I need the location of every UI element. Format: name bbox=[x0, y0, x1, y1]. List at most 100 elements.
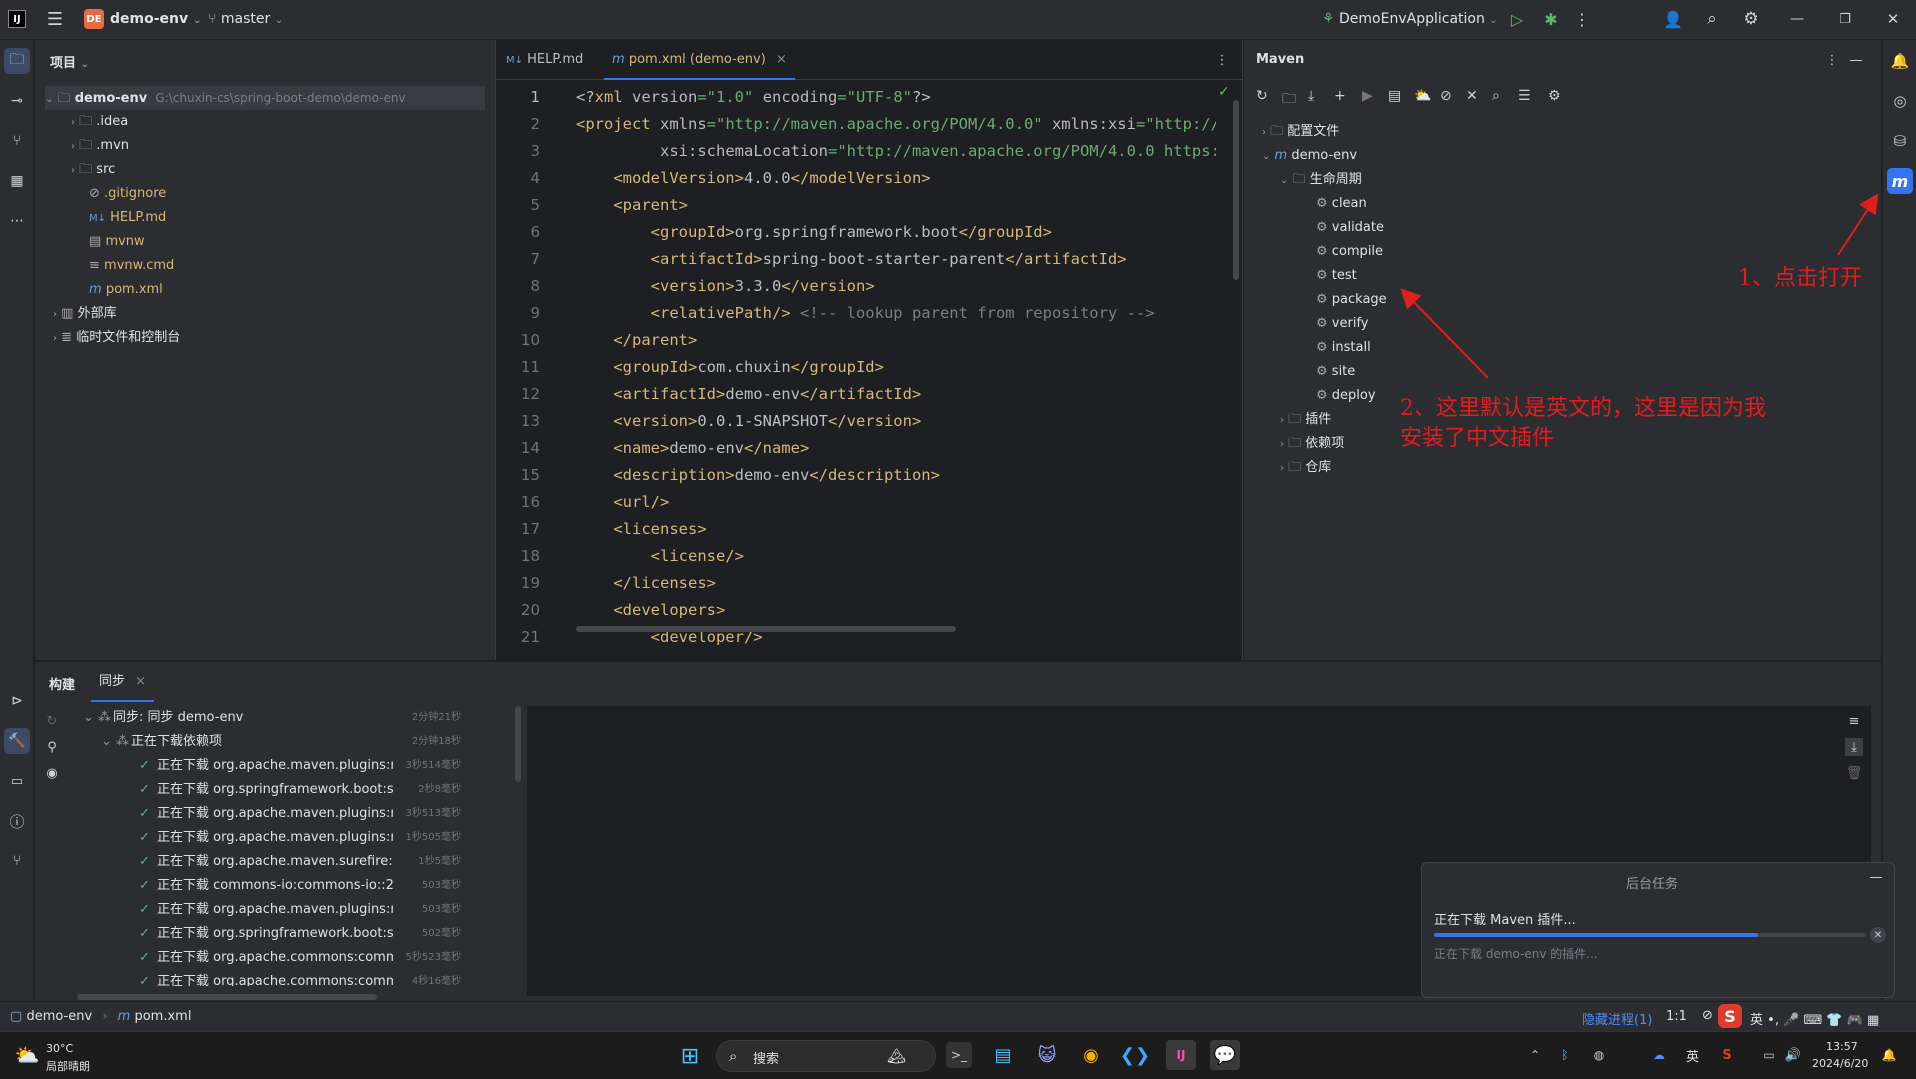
vscode-app-icon[interactable]: ❮❯ bbox=[1120, 1042, 1150, 1068]
clock-time[interactable]: 13:57 bbox=[1826, 1040, 1858, 1053]
add-user-icon[interactable]: 👤 bbox=[1662, 8, 1684, 30]
build-tree-scrollbar[interactable] bbox=[515, 706, 521, 782]
close-tab-icon[interactable]: × bbox=[135, 674, 146, 689]
notepad-app-icon[interactable]: ▤ bbox=[990, 1042, 1016, 1068]
build-download-row[interactable]: ✓ 正在下载 org.springframework.boot:spring-bc… bbox=[75, 778, 467, 802]
more-tools-icon[interactable]: ⋯ bbox=[4, 208, 30, 234]
soft-wrap-icon[interactable]: ≡ bbox=[1845, 712, 1863, 730]
tab-pom-xml[interactable]: m pom.xml (demo-env) × bbox=[604, 40, 795, 80]
tree-item-mvnw-cmd[interactable]: ≡ mvnw.cmd bbox=[89, 254, 174, 278]
run-icon[interactable]: ▷ bbox=[1506, 8, 1528, 30]
main-menu-icon[interactable]: ☰ bbox=[44, 8, 66, 30]
git-icon[interactable]: ⑂ bbox=[4, 848, 30, 874]
build-download-row[interactable]: ✓ 正在下载 org.apache.maven.surefire:surefire… bbox=[75, 850, 467, 874]
commit-icon[interactable]: ⊸ bbox=[4, 88, 30, 114]
tree-item-root[interactable]: ⌄ 🗀 demo-env G:\chuxin-cs\spring-boot-de… bbox=[45, 86, 485, 110]
windows-start-icon[interactable]: ⊞ bbox=[678, 1044, 702, 1069]
hide-processes-link[interactable]: 隐藏进程(1) bbox=[1582, 1009, 1652, 1028]
services-icon[interactable]: ⊳ bbox=[4, 688, 30, 714]
tray-app-icon[interactable]: ◍ bbox=[1590, 1046, 1608, 1064]
run-config-selector[interactable]: ⚘ DemoEnvApplication ⌄ bbox=[1322, 11, 1498, 27]
tree-item-src[interactable]: › 🗀 src bbox=[71, 158, 115, 182]
cancel-task-icon[interactable]: ✕ bbox=[1870, 927, 1886, 943]
debug-icon[interactable]: ✱ bbox=[1540, 8, 1562, 30]
tree-item-gitignore[interactable]: ⊘ .gitignore bbox=[89, 182, 166, 206]
grid-icon[interactable]: ▦ bbox=[1867, 1013, 1879, 1028]
breadcrumb-project[interactable]: demo-env bbox=[26, 1009, 92, 1024]
restore-icon[interactable]: ❐ bbox=[1834, 8, 1856, 30]
sogou-ime-icon[interactable]: S bbox=[1718, 1004, 1742, 1028]
keyboard-icon[interactable]: ⌨ bbox=[1803, 1013, 1822, 1028]
tab-sync[interactable]: 同步 × bbox=[91, 662, 155, 702]
build-tool-icon[interactable]: 🔨 bbox=[4, 728, 30, 754]
tree-item-idea[interactable]: › 🗀 .idea bbox=[71, 110, 128, 134]
notification-center-icon[interactable]: 🔔 bbox=[1880, 1046, 1898, 1064]
network-icon[interactable]: ▭ bbox=[1760, 1046, 1778, 1064]
tray-ime[interactable]: 英 bbox=[1686, 1046, 1699, 1065]
minimize-icon[interactable]: — bbox=[1786, 8, 1808, 30]
project-panel-title[interactable]: 项目 ⌄ bbox=[50, 52, 89, 71]
game-icon[interactable]: 🎮 bbox=[1847, 1013, 1863, 1028]
build-tree-node[interactable]: ⌄ ⁂ 正在下载依赖项 2分钟18秒 bbox=[75, 730, 467, 754]
chrome-app-icon[interactable]: ◉ bbox=[1078, 1042, 1104, 1068]
cat-app-icon[interactable]: 😺 bbox=[1034, 1042, 1060, 1068]
build-download-row[interactable]: ✓ 正在下载 org.apache.maven.plugins:maven- 3秒5… bbox=[75, 802, 467, 826]
close-tab-icon[interactable]: × bbox=[776, 52, 787, 67]
intellij-logo-icon[interactable]: IJ bbox=[8, 10, 26, 28]
caret-position[interactable]: 1:1 bbox=[1666, 1009, 1687, 1024]
minimize-popup-icon[interactable]: — bbox=[1868, 869, 1884, 885]
inspection-ok-icon[interactable]: ✓ bbox=[1218, 84, 1230, 100]
clock-date[interactable]: 2024/6/20 bbox=[1812, 1057, 1868, 1070]
build-download-row[interactable]: ✓ 正在下载 org.apache.commons:commons-cc 4秒16毫… bbox=[75, 970, 467, 986]
taskbar-search[interactable]: ⌕ 搜索 🏔 bbox=[716, 1040, 936, 1072]
database-icon[interactable]: ⛁ bbox=[1887, 128, 1913, 154]
rerun-icon[interactable]: ↻ bbox=[43, 712, 61, 730]
wechat-app-icon[interactable]: 💬 bbox=[1210, 1040, 1240, 1070]
trash-icon[interactable]: 🗑 bbox=[1845, 764, 1863, 782]
tray-overflow-icon[interactable]: ⌃ bbox=[1526, 1046, 1544, 1064]
tab-options-icon[interactable]: ⋮ bbox=[1214, 50, 1230, 70]
code-area[interactable]: <?xml version="1.0" encoding="UTF-8"?> <… bbox=[576, 81, 1216, 660]
close-icon[interactable]: ✕ bbox=[1882, 8, 1904, 30]
volume-icon[interactable]: 🔊 bbox=[1784, 1046, 1802, 1064]
build-download-row[interactable]: ✓ 正在下载 org.springframework.boot:spring-bo… bbox=[75, 922, 467, 946]
intellij-app-icon[interactable]: IJ bbox=[1166, 1040, 1196, 1070]
build-download-row[interactable]: ✓ 正在下载 commons-io:commons-io::2.16.1 503毫秒 bbox=[75, 874, 467, 898]
tree-item-external-libs[interactable]: › ▥ 外部库 bbox=[53, 302, 117, 326]
tab-build[interactable]: 构建 bbox=[49, 674, 75, 693]
tab-help-md[interactable]: M↓ HELP.md bbox=[506, 40, 583, 80]
horizontal-scrollbar[interactable] bbox=[576, 626, 956, 632]
ai-assistant-icon[interactable]: ◎ bbox=[1887, 88, 1913, 114]
build-download-row[interactable]: ✓ 正在下载 org.apache.maven.plugins:maven- 1秒5… bbox=[75, 826, 467, 850]
search-icon[interactable]: ⌕ bbox=[1701, 8, 1723, 30]
cloud-icon[interactable]: ☁ bbox=[1650, 1046, 1668, 1064]
project-switcher[interactable]: demo-env ⌄ bbox=[110, 11, 201, 27]
structure-icon[interactable]: ▦ bbox=[4, 168, 30, 194]
build-download-row[interactable]: ✓ 正在下载 org.apache.maven.plugins:maven- 3秒5… bbox=[75, 754, 467, 778]
terminal-app-icon[interactable]: >_ bbox=[946, 1042, 972, 1068]
more-icon[interactable]: ⋮ bbox=[1574, 8, 1590, 30]
readonly-icon[interactable]: ⊘ bbox=[1702, 1008, 1713, 1023]
scroll-to-end-icon[interactable]: ⤓ bbox=[1845, 738, 1863, 756]
tree-item-mvn[interactable]: › 🗀 .mvn bbox=[71, 134, 129, 158]
build-horizontal-scrollbar[interactable] bbox=[77, 994, 377, 1000]
breadcrumb-file[interactable]: pom.xml bbox=[134, 1009, 191, 1024]
settings-icon[interactable]: ⚙ bbox=[1740, 8, 1762, 30]
pull-requests-icon[interactable]: ⑂ bbox=[4, 128, 30, 154]
problems-icon[interactable]: ⓘ bbox=[4, 808, 30, 834]
tree-item-mvnw[interactable]: ▤ mvnw bbox=[89, 230, 145, 254]
project-tool-icon[interactable]: 🗀 bbox=[4, 48, 30, 74]
tree-item-pom[interactable]: m pom.xml bbox=[89, 278, 163, 302]
punctuation-icon[interactable]: •, bbox=[1767, 1013, 1779, 1028]
maven-tool-icon[interactable]: m bbox=[1887, 168, 1913, 194]
ime-mode-indicator[interactable]: 英 bbox=[1750, 1013, 1763, 1028]
tree-item-scratches[interactable]: › ≣ 临时文件和控制台 bbox=[53, 326, 180, 350]
build-download-row[interactable]: ✓ 正在下载 org.apache.maven.plugins:maven-plu… bbox=[75, 898, 467, 922]
vertical-scrollbar[interactable] bbox=[1233, 100, 1239, 280]
skin-icon[interactable]: 👕 bbox=[1826, 1013, 1842, 1028]
eye-icon[interactable]: ◉ bbox=[43, 764, 61, 782]
tree-item-help-md[interactable]: M↓ HELP.md bbox=[89, 206, 166, 230]
build-download-row[interactable]: ✓ 正在下载 org.apache.commons:commons-p 5秒523毫… bbox=[75, 946, 467, 970]
build-tree-node[interactable]: ⌄ ⁂ 同步: 同步 demo-env 2分钟21秒 bbox=[75, 706, 467, 730]
mic-icon[interactable]: 🎤 bbox=[1783, 1013, 1799, 1028]
